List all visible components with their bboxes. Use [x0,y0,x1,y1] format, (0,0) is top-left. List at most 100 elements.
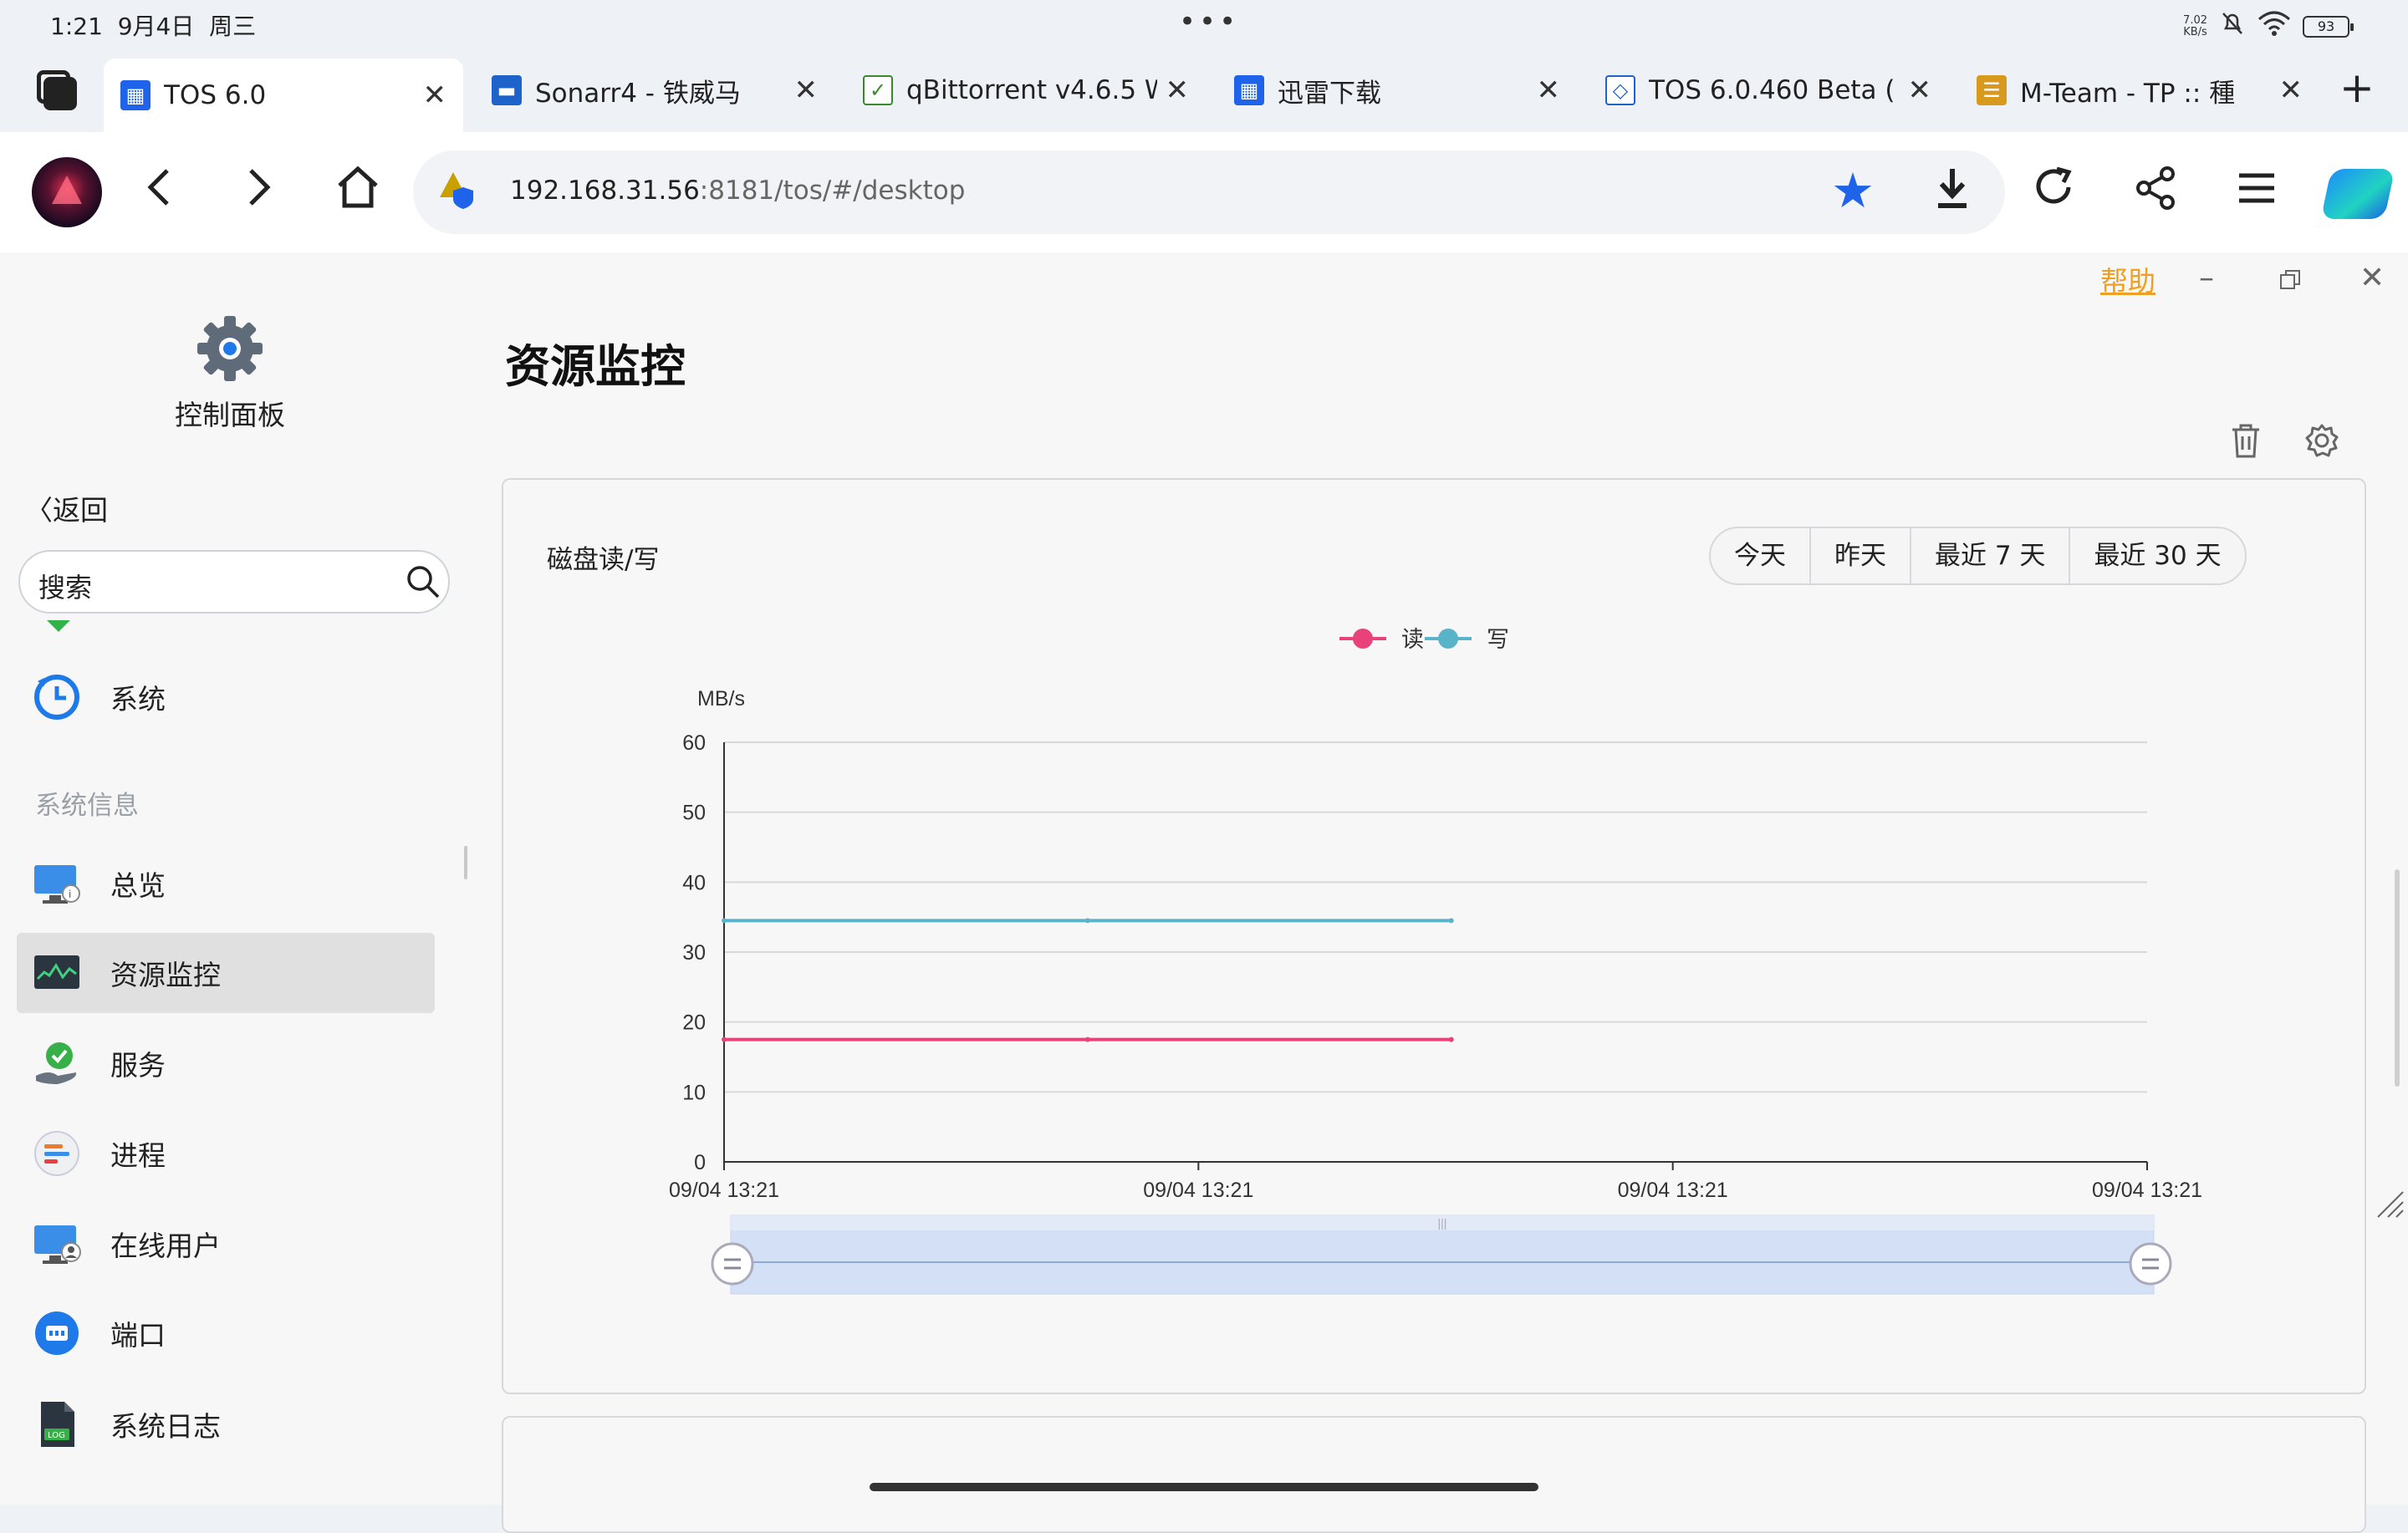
url-text[interactable]: 192.168.31.56:8181/tos/#/desktop [510,176,965,206]
system-clock-icon [32,672,82,722]
profile-avatar[interactable] [32,157,102,227]
battery-icon: 93 [2303,16,2354,38]
legend-marker [1353,629,1373,649]
y-tick-label: 30 [682,941,706,965]
control-panel-window: 帮助 – ✕ 控制面板 〈返回 搜索 系统 系统信息 i 总览 资源监控 服务 … [0,252,2408,1533]
tos-icon: ▦ [120,80,150,110]
x-tick-label: 09/04 13:21 [1618,1179,1728,1202]
minimize-icon[interactable]: – [2199,261,2214,295]
y-axis-label: MB/s [697,687,745,710]
sidebar-item-label: 总览 [110,869,166,902]
sidebar-item-processes[interactable]: 进程 [17,1113,435,1194]
sidebar-item-label: 系统日志 [110,1410,221,1443]
sidebar-item-services[interactable]: 服务 [17,1023,435,1103]
group-title: 系统信息 [35,791,139,821]
sidebar-item-overview[interactable]: i 总览 [17,843,435,924]
trash-icon[interactable] [2229,423,2263,458]
restore-icon[interactable] [2279,264,2301,298]
close-tab-icon[interactable]: ✕ [1537,74,1561,107]
status-icons: 7.02 KB/s 93 [2183,10,2354,43]
tab-tos-beta[interactable]: ◇ TOS 6.0.460 Beta ( ✕ [1589,59,1948,122]
close-tab-icon[interactable]: ✕ [423,79,447,112]
browser-toolbar: 192.168.31.56:8181/tos/#/desktop ★ [0,132,2408,252]
help-link[interactable]: 帮助 [2100,259,2155,299]
security-warning-icon[interactable] [438,171,477,209]
sidebar-item-label: 资源监控 [110,959,221,991]
search-placeholder: 搜索 [38,572,93,604]
tab-qbittorrent[interactable]: ✓ qBittorrent v4.6.5 W ✕ [846,59,1206,122]
new-tab-icon[interactable]: + [2339,64,2375,112]
next-card [502,1416,2366,1533]
thunder-icon: ▦ [1234,75,1264,105]
sidebar-item-resource-monitor[interactable]: 资源监控 [17,933,435,1013]
y-tick-label: 50 [682,802,706,825]
home-indicator[interactable] [870,1483,1538,1491]
legend-label: 读 [1401,627,1424,652]
close-tab-icon[interactable]: ✕ [2279,74,2303,107]
tab-title: TOS 6.0 [164,80,267,110]
page-scrollbar[interactable] [2395,869,2400,1087]
gear-icon [197,316,263,381]
qbittorrent-icon: ✓ [863,75,893,105]
zoom-handle [711,1242,754,1286]
tab-title: TOS 6.0.460 Beta ( [1649,75,1895,105]
tab-switcher-icon[interactable] [33,67,80,114]
menu-icon[interactable] [2237,166,2276,223]
close-tab-icon[interactable]: ✕ [794,74,819,107]
home-icon[interactable] [334,162,381,227]
zoom-drag-grip: ||| [1438,1216,1447,1230]
bookmark-star-icon[interactable]: ★ [1831,160,1875,221]
legend-label: 写 [1487,627,1509,652]
status-bar: 1:21 9月4日 周三 ••• 7.02 KB/s 93 [0,0,2408,48]
address-bar[interactable]: 192.168.31.56:8181/tos/#/desktop [413,150,2005,234]
back-label: 返回 [53,494,108,527]
sidebar-item-system[interactable]: 系统 [17,657,435,737]
sidebar: 控制面板 〈返回 搜索 系统 系统信息 i 总览 资源监控 服务 进程 在线用户… [0,252,468,1505]
tab-title: qBittorrent v4.6.5 W [906,75,1157,105]
data-point [1448,1036,1454,1042]
share-icon[interactable] [2135,166,2177,223]
online-user-icon [32,1219,82,1269]
sidebar-item-label: 服务 [110,1049,166,1082]
y-tick-label: 40 [682,871,706,894]
data-point [1448,918,1454,924]
reload-icon[interactable] [2033,166,2075,223]
search-input[interactable]: 搜索 [18,550,450,614]
chevron-left-icon: 〈 [25,494,53,527]
settings-gear-icon[interactable] [2304,423,2339,458]
close-tab-icon[interactable]: ✕ [1908,74,1932,107]
net-speed: 7.02 KB/s [2183,14,2207,38]
copilot-icon[interactable] [2320,169,2395,219]
tab-thunder[interactable]: ▦ 迅雷下载 ✕ [1217,59,1577,122]
tab-sonarr[interactable]: ▬ Sonarr4 - 铁威马 ✕ [475,59,834,122]
data-point [1084,918,1090,924]
sidebar-item-online-users[interactable]: 在线用户 [17,1204,435,1284]
y-tick-label: 10 [682,1081,706,1104]
tab-mteam[interactable]: ☰ M-Team - TP :: 種 ✕ [1960,59,2319,122]
tab-title: Sonarr4 - 铁威马 [535,78,741,109]
svg-text:LOG: LOG [48,1431,65,1440]
sidebar-item-system-log[interactable]: LOG 系统日志 [17,1384,435,1464]
tab-tos[interactable]: ▦ TOS 6.0 ✕ [104,59,463,132]
download-icon[interactable] [1933,166,1972,223]
back-link[interactable]: 〈返回 [25,488,108,528]
data-point [1084,1036,1090,1042]
status-time: 1:21 9月4日 周三 [50,13,257,40]
resize-corner-icon[interactable] [2371,1185,2405,1219]
disk-io-chart: 读 写 MB/s 0 10 20 30 40 50 60 09/04 13:21 09/04 13:2… [669,627,2202,1295]
close-window-icon[interactable]: ✕ [2360,261,2385,295]
search-icon[interactable] [405,563,441,600]
resource-monitor-icon [32,948,82,998]
sidebar-item-label: 在线用户 [110,1230,221,1262]
sidebar-resize-handle[interactable] [464,846,467,879]
sidebar-item-ports[interactable]: 端口 [17,1293,435,1373]
sidebar-item-label: 进程 [110,1139,166,1172]
page-title: 资源监控 [505,339,686,393]
close-tab-icon[interactable]: ✕ [1166,74,1190,107]
mute-bell-icon [2219,10,2246,43]
forward-arrow-icon[interactable] [242,162,276,227]
back-arrow-icon[interactable] [142,162,176,227]
multitask-dots[interactable]: ••• [1179,5,1239,38]
tab-title: M-Team - TP :: 種 [2020,78,2236,109]
x-tick-label: 09/04 13:21 [669,1179,779,1202]
